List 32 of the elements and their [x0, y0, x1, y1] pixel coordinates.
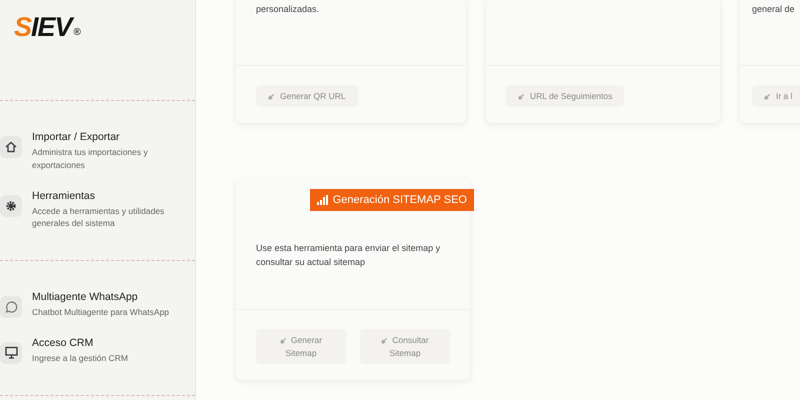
menu-item-description: Administra tus importaciones y exportaciones — [32, 146, 149, 172]
gear-icon — [5, 200, 17, 212]
monitor-icon — [4, 346, 18, 360]
menu-icon-tile[interactable] — [0, 194, 22, 216]
link-icon — [381, 336, 388, 344]
menu-icon-tile[interactable] — [0, 342, 22, 364]
card-badge: Generación SITEMAP SEO — [310, 189, 474, 211]
link-icon — [764, 92, 771, 100]
menu-item-title[interactable]: Herramientas — [32, 190, 182, 202]
home-icon — [5, 141, 17, 153]
link-button[interactable]: Generar Sitemap — [256, 329, 346, 364]
bar-chart-icon — [316, 195, 328, 205]
menu-item-description: Chatbot Multiagente para WhatsApp — [32, 306, 170, 319]
menu-item-title[interactable]: Multiagente WhatsApp — [32, 291, 182, 303]
logo: SIEV® — [13, 11, 82, 44]
chat-icon — [4, 300, 18, 314]
menu-item-title[interactable]: Acceso CRM — [32, 336, 182, 349]
menu-icon-tile[interactable] — [0, 136, 22, 158]
menu-item-title[interactable]: Importar / Exportar — [32, 131, 182, 143]
link-button[interactable]: Ir a l — [752, 85, 800, 107]
card-description: general de — [752, 3, 796, 16]
link-button[interactable]: Generar QR URL — [256, 85, 358, 107]
menu-item-description: Ingrese a la gestión CRM — [32, 352, 129, 364]
menu-icon-tile[interactable] — [0, 296, 22, 318]
link-button[interactable]: Consultar Sitemap — [360, 329, 450, 364]
card-description: personalizadas. — [256, 3, 320, 16]
link-icon — [268, 92, 275, 100]
link-icon — [518, 92, 525, 100]
link-button[interactable]: URL de Seguimientos — [506, 85, 624, 107]
menu-item-description: Accede a herramientas y utilidades generales del sistema — [32, 204, 166, 230]
link-icon — [280, 336, 287, 344]
card-description: Use esta herramienta para enviar el sitemap y consultar su actual sitemap — [256, 242, 442, 270]
